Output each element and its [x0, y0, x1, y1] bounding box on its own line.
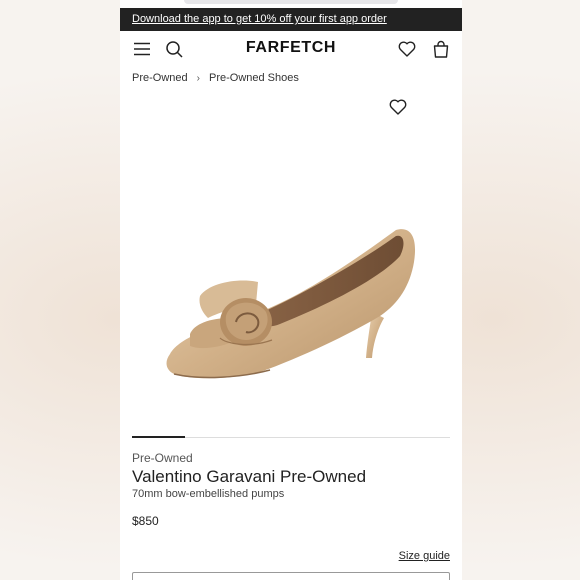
top-header: FARFETCH [120, 31, 462, 67]
previous-card-edge [120, 0, 462, 8]
phone-screen: Download the app to get 10% off your fir… [120, 0, 462, 580]
breadcrumb: Pre-Owned › Pre-Owned Shoes [132, 72, 299, 84]
image-carousel-indicator [132, 436, 450, 438]
carousel-active-segment [132, 436, 185, 438]
product-image-shoe[interactable] [160, 226, 422, 386]
bag-icon[interactable] [431, 39, 451, 59]
heart-icon[interactable] [397, 39, 417, 59]
product-price: $850 [132, 514, 159, 528]
chevron-right-icon: › [196, 73, 200, 84]
add-to-wishlist-heart-icon[interactable] [388, 97, 408, 117]
card-edge-pill [184, 0, 398, 4]
size-guide-link[interactable]: Size guide [399, 550, 450, 562]
product-brand[interactable]: Valentino Garavani Pre-Owned [132, 467, 366, 487]
promo-banner[interactable]: Download the app to get 10% off your fir… [120, 8, 462, 31]
product-description: 70mm bow-embellished pumps [132, 488, 285, 500]
promo-banner-link[interactable]: Download the app to get 10% off your fir… [132, 8, 387, 31]
condition-label: Pre-Owned [132, 451, 193, 465]
breadcrumb-pre-owned-shoes[interactable]: Pre-Owned Shoes [209, 72, 299, 84]
breadcrumb-pre-owned[interactable]: Pre-Owned [132, 72, 188, 84]
size-select[interactable] [132, 572, 450, 580]
